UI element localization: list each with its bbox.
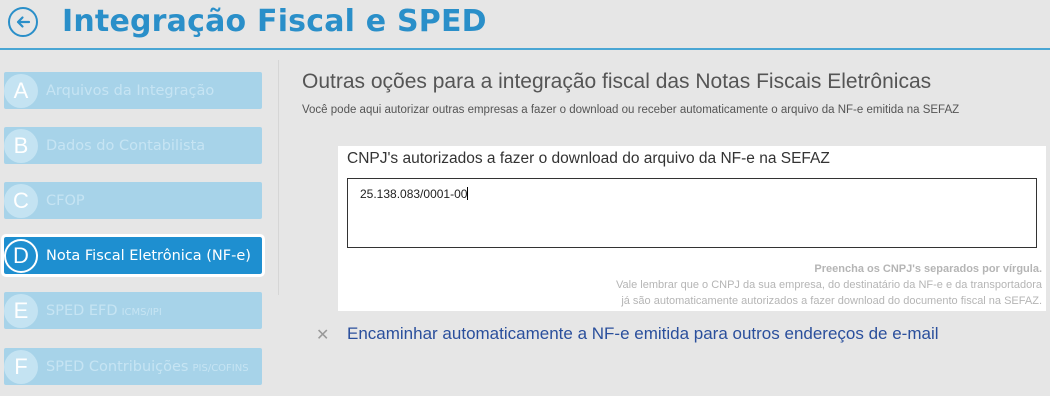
sidebar-letter-badge: E — [4, 293, 38, 328]
sidebar-letter-badge: F — [4, 349, 38, 384]
sidebar-item-label: Dados do Contabilista — [46, 137, 206, 154]
sidebar-letter-badge: C — [4, 183, 38, 218]
sidebar-item-label: Nota Fiscal Eletrônica (NF-e) — [46, 247, 251, 264]
sidebar-item-arquivos[interactable]: A Arquivos da Integração — [4, 72, 262, 109]
email-forward-toggle[interactable]: ✕ Encaminhar automaticamente a NF-e emit… — [316, 324, 939, 344]
cnpj-field-label: CNPJ's autorizados a fazer o download do… — [347, 150, 830, 167]
sidebar-item-label-main: SPED EFD — [46, 302, 118, 319]
back-button[interactable] — [8, 7, 38, 37]
close-icon: ✕ — [316, 324, 330, 344]
sidebar-item-label: SPED Contribuições PIS/COFINS — [46, 359, 249, 375]
arrow-left-circle-icon — [16, 16, 31, 28]
page-header: Integração Fiscal e SPED — [0, 0, 1050, 50]
cnpj-input-value: 25.138.083/0001-00 — [360, 187, 468, 201]
section-title: Outras oções para a integração fiscal da… — [302, 70, 932, 93]
cnpj-hint: Preencha os CNPJ's separados por vírgula… — [616, 261, 1042, 309]
cnpj-hint-bold: Preencha os CNPJ's separados por vírgula… — [814, 263, 1042, 275]
cnpj-panel: CNPJ's autorizados a fazer o download do… — [338, 146, 1046, 311]
sidebar-item-label: CFOP — [46, 192, 85, 209]
text-caret — [467, 187, 469, 200]
cnpj-hint-line2: já são automaticamente autorizados a faz… — [621, 295, 1042, 307]
sidebar-item-label-small: PIS/COFINS — [192, 362, 249, 374]
sidebar-letter-badge: D — [4, 238, 38, 273]
sidebar-item-contabilista[interactable]: B Dados do Contabilista — [4, 127, 262, 164]
page-title: Integração Fiscal e SPED — [62, 4, 487, 39]
sidebar-item-label-small: ICMS/IPI — [121, 306, 162, 318]
sidebar-item-cfop[interactable]: C CFOP — [4, 182, 262, 219]
section-divider — [278, 60, 279, 295]
email-forward-label: Encaminhar automaticamente a NF-e emitid… — [347, 324, 939, 343]
sidebar-letter-badge: A — [4, 73, 38, 108]
sidebar-item-label: SPED EFD ICMS/IPI — [46, 303, 162, 319]
cnpj-hint-line1: Vale lembrar que o CNPJ da sua empresa, … — [616, 279, 1042, 291]
sidebar-item-label: Arquivos da Integração — [46, 82, 215, 99]
sidebar-item-label-main: SPED Contribuições — [46, 358, 189, 375]
cnpj-input[interactable]: 25.138.083/0001-00 — [347, 178, 1037, 248]
sidebar-item-sped-contribuicoes[interactable]: F SPED Contribuições PIS/COFINS — [4, 348, 262, 385]
section-subtitle: Você pode aqui autorizar outras empresas… — [302, 104, 960, 116]
sidebar-item-sped-efd[interactable]: E SPED EFD ICMS/IPI — [4, 292, 262, 329]
sidebar-letter-badge: B — [4, 128, 38, 163]
sidebar-item-nfe[interactable]: D Nota Fiscal Eletrônica (NF-e) — [1, 234, 265, 277]
